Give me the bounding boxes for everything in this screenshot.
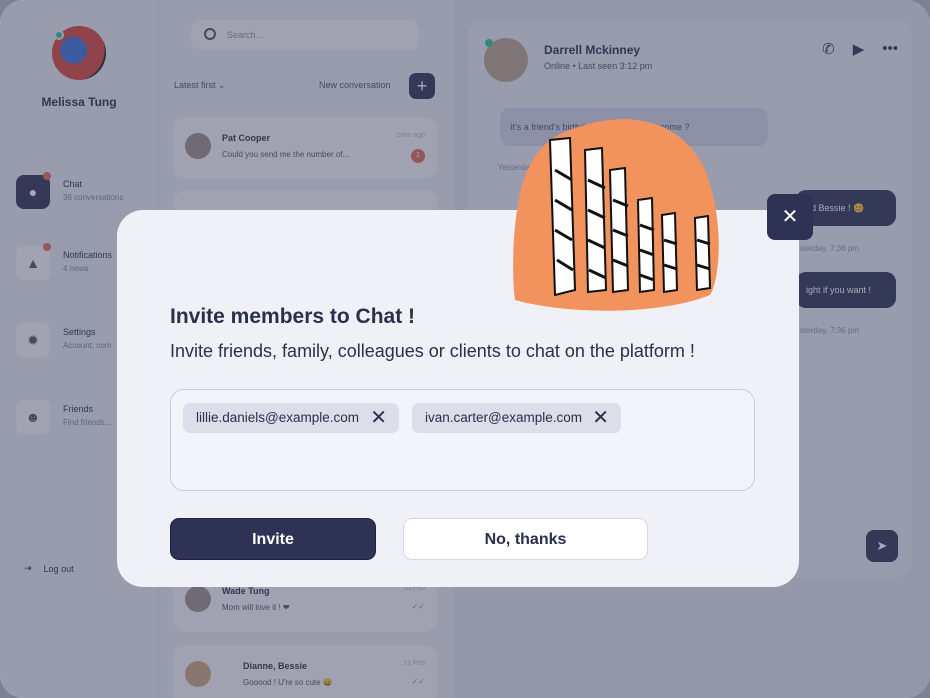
remove-email-icon[interactable]: ✕ [370, 403, 387, 433]
email-chip: ivan.carter@example.com ✕ [412, 403, 621, 433]
meerkats-illustration [513, 119, 719, 311]
email-chip: lillie.daniels@example.com ✕ [183, 403, 399, 433]
modal-title: Invite members to Chat ! [170, 305, 416, 328]
email-chip-label: lillie.daniels@example.com [196, 410, 360, 425]
modal-subtitle: Invite friends, family, colleagues or cl… [170, 341, 695, 361]
no-thanks-button[interactable]: No, thanks [403, 518, 648, 560]
close-modal-button[interactable]: ✕ [767, 194, 813, 240]
email-input[interactable]: lillie.daniels@example.com ✕ ivan.carter… [170, 389, 755, 491]
remove-email-icon[interactable]: ✕ [592, 403, 609, 433]
invite-button[interactable]: Invite [170, 518, 376, 560]
close-icon: ✕ [781, 206, 799, 228]
email-chip-label: ivan.carter@example.com [425, 410, 583, 425]
